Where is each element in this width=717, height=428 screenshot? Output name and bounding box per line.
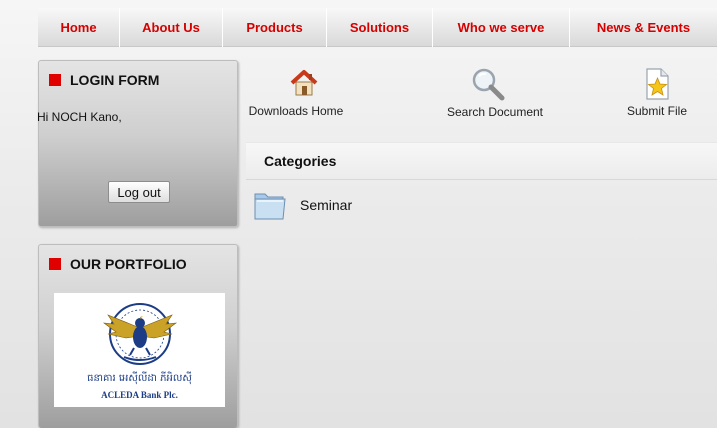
nav-news-events[interactable]: News & Events [570,8,717,47]
nav-products[interactable]: Products [223,8,327,47]
categories-title: Categories [264,153,337,169]
downloads-home-label: Downloads Home [248,104,344,118]
magnifier-icon [472,68,505,101]
category-label: Seminar [300,197,353,213]
categories-header: Categories [246,142,717,180]
login-greeting: Hi NOCH Kano, [37,110,122,124]
folder-icon [254,193,286,220]
file-star-icon [646,68,669,100]
logo-khmer-text: ធនាគារ អេស៊ីលីដា ភីអិលស៊ី [87,371,192,385]
login-box-title-text: LOGIN FORM [70,72,160,88]
acleda-logo[interactable]: ធនាគារ អេស៊ីលីដា ភីអិលស៊ី ACLEDA Bank Pl… [54,293,225,407]
logo-english-text: ACLEDA Bank Plc. [101,390,178,400]
nav-solutions[interactable]: Solutions [327,8,433,47]
nav-about-us[interactable]: About Us [120,8,223,47]
submit-file-label: Submit File [626,104,688,118]
downloads-home-button[interactable]: Downloads Home [249,68,354,118]
portfolio-box-title-text: OUR PORTFOLIO [70,256,187,272]
red-square-icon [49,258,61,270]
home-icon [290,70,318,96]
login-box-title: LOGIN FORM [49,72,159,88]
search-document-button[interactable]: Search Document [437,66,553,119]
submit-file-button[interactable]: Submit File [620,67,694,118]
search-document-label: Search Document [446,105,544,119]
category-item-seminar[interactable]: Seminar [253,188,352,222]
red-square-icon [49,74,61,86]
acleda-logo-emblem: ធនាគារ អេស៊ីលីដា ភីអិលស៊ី ACLEDA Bank Pl… [87,303,192,400]
nav-who-we-serve[interactable]: Who we serve [433,8,570,47]
logout-button[interactable]: Log out [108,181,170,203]
nav-home[interactable]: Home [38,8,120,47]
top-nav: Home About Us Products Solutions Who we … [38,8,717,47]
portfolio-box: OUR PORTFOLIO ធនាគារ អេស៊ីលីដា ភីអិលស៊ី … [38,244,238,428]
portfolio-box-title: OUR PORTFOLIO [49,256,187,272]
